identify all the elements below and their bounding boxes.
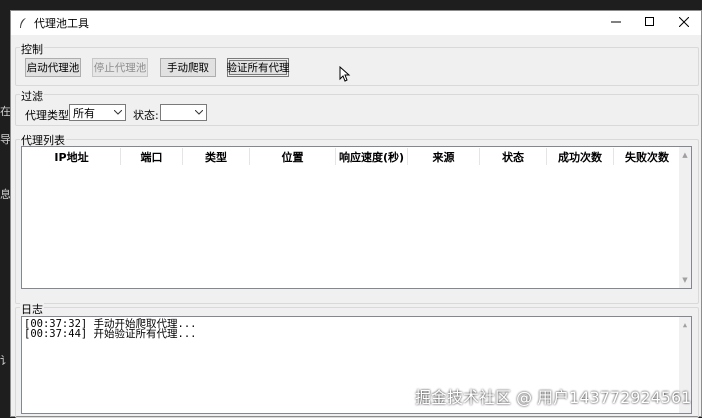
background-text: 讠	[0, 354, 11, 367]
scroll-down-icon[interactable]: ▼	[679, 274, 691, 286]
title-bar[interactable]: 代理池工具	[11, 11, 701, 35]
status-label: 状态:	[133, 109, 159, 122]
status-select[interactable]	[160, 104, 207, 121]
close-button[interactable]	[667, 11, 701, 35]
scroll-up-icon[interactable]: ▲	[679, 319, 691, 331]
watermark: 掘金技术社区 @ 用户143772924561	[415, 388, 692, 407]
app-window: 代理池工具 控制 启动代理池 停止代理池 手动爬取 验证所有代理 过滤 代理类型…	[10, 10, 702, 418]
proxy-type-value: 所有	[73, 106, 95, 120]
proxy-table[interactable]: IP地址 端口 类型 位置 响应速度(秒) 来源 状态 成功次数 失败次数 ▲ …	[21, 146, 692, 289]
mouse-cursor-icon	[339, 65, 351, 82]
minimize-button[interactable]	[599, 11, 633, 35]
table-header: IP地址 端口 类型 位置 响应速度(秒) 来源 状态 成功次数 失败次数	[23, 148, 680, 165]
column-header-success[interactable]: 成功次数	[547, 148, 614, 165]
maximize-button[interactable]	[633, 11, 667, 35]
column-header-location[interactable]: 位置	[250, 148, 336, 165]
proxy-type-select[interactable]: 所有	[69, 104, 126, 121]
column-header-ip[interactable]: IP地址	[23, 148, 121, 165]
start-pool-button[interactable]: 启动代理池	[25, 58, 81, 77]
column-header-status[interactable]: 状态	[480, 148, 547, 165]
column-header-fail[interactable]: 失败次数	[614, 148, 680, 165]
background-text: 导	[0, 133, 11, 146]
column-header-port[interactable]: 端口	[121, 148, 183, 165]
column-header-type[interactable]: 类型	[183, 148, 250, 165]
log-group-label: 日志	[20, 301, 44, 317]
window-title: 代理池工具	[34, 17, 89, 30]
scroll-up-icon[interactable]: ▲	[679, 149, 691, 161]
close-icon	[678, 16, 690, 30]
chevron-down-icon	[192, 105, 206, 120]
log-line: [00:37:44] 开始验证所有代理...	[24, 328, 197, 340]
feather-icon	[14, 11, 32, 35]
filter-group-label: 过滤	[20, 88, 44, 104]
background-text: 息	[0, 188, 11, 201]
column-header-speed[interactable]: 响应速度(秒)	[336, 148, 408, 165]
control-group-label: 控制	[20, 41, 44, 57]
maximize-icon	[645, 16, 655, 30]
table-scrollbar[interactable]: ▲ ▼	[679, 147, 691, 288]
chevron-down-icon	[111, 105, 125, 120]
proxy-type-label: 代理类型:	[25, 109, 73, 122]
stop-pool-button[interactable]: 停止代理池	[92, 58, 148, 77]
column-header-source[interactable]: 来源	[408, 148, 480, 165]
verify-all-button[interactable]: 验证所有代理	[227, 58, 290, 77]
background-text: 在	[0, 105, 11, 118]
manual-crawl-button[interactable]: 手动爬取	[160, 58, 216, 77]
minimize-icon	[611, 17, 621, 30]
